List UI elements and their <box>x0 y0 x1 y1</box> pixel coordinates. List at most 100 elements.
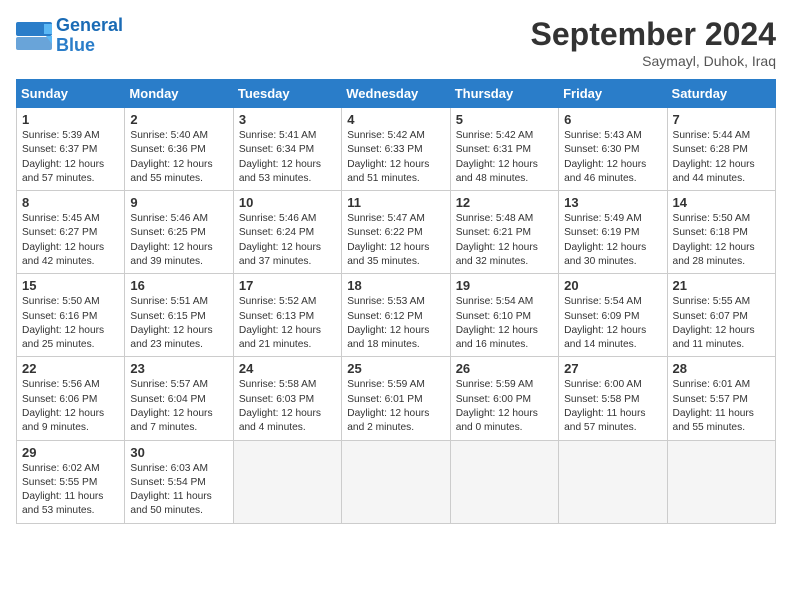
calendar-row-week-2: 8Sunrise: 5:45 AM Sunset: 6:27 PM Daylig… <box>17 191 776 274</box>
day-number: 22 <box>22 361 119 376</box>
day-info: Sunrise: 6:02 AM Sunset: 5:55 PM Dayligh… <box>22 462 119 519</box>
day-number: 1 <box>22 112 119 127</box>
calendar-cell: 3Sunrise: 5:41 AM Sunset: 6:34 PM Daylig… <box>233 108 341 191</box>
calendar-cell: 8Sunrise: 5:45 AM Sunset: 6:27 PM Daylig… <box>17 191 125 274</box>
calendar-cell: 2 Sunrise: 5:40 AM Sunset: 6:36 PM Daylig… <box>125 108 233 191</box>
day-number: 21 <box>673 278 770 293</box>
calendar-header-monday: Monday <box>125 80 233 108</box>
calendar-row-week-4: 22 Sunrise: 5:56 AM Sunset: 6:06 PM Dayli… <box>17 357 776 440</box>
calendar-cell: 28 Sunrise: 6:01 AM Sunset: 5:57 PM Dayli… <box>667 357 775 440</box>
calendar-row-week-1: 1 Sunrise: 5:39 AM Sunset: 6:37 PM Daylig… <box>17 108 776 191</box>
calendar-cell: 1 Sunrise: 5:39 AM Sunset: 6:37 PM Daylig… <box>17 108 125 191</box>
day-number: 26 <box>456 361 553 376</box>
calendar-cell: 4 Sunrise: 5:42 AM Sunset: 6:33 PM Daylig… <box>342 108 450 191</box>
title-block: September 2024 Saymayl, Duhok, Iraq <box>531 16 776 69</box>
day-number: 9 <box>130 195 227 210</box>
day-number: 20 <box>564 278 661 293</box>
calendar-cell: 21Sunrise: 5:55 AM Sunset: 6:07 PM Dayli… <box>667 274 775 357</box>
calendar-table: SundayMondayTuesdayWednesdayThursdayFrid… <box>16 79 776 524</box>
day-info: Sunrise: 5:52 AM Sunset: 6:13 PM Dayligh… <box>239 295 336 352</box>
day-number: 17 <box>239 278 336 293</box>
day-number: 23 <box>130 361 227 376</box>
day-info: Sunrise: 5:46 AM Sunset: 6:25 PM Dayligh… <box>130 212 227 269</box>
day-info: Sunrise: 5:57 AM Sunset: 6:04 PM Dayligh… <box>130 378 227 435</box>
day-number: 4 <box>347 112 444 127</box>
calendar-cell: 6Sunrise: 5:43 AM Sunset: 6:30 PM Daylig… <box>559 108 667 191</box>
day-info: Sunrise: 5:46 AM Sunset: 6:24 PM Dayligh… <box>239 212 336 269</box>
location: Saymayl, Duhok, Iraq <box>531 53 776 69</box>
day-info: Sunrise: 5:51 AM Sunset: 6:15 PM Dayligh… <box>130 295 227 352</box>
logo-text: General Blue <box>56 16 123 56</box>
day-number: 13 <box>564 195 661 210</box>
calendar-header-tuesday: Tuesday <box>233 80 341 108</box>
calendar-cell <box>450 440 558 523</box>
day-number: 27 <box>564 361 661 376</box>
calendar-cell: 23 Sunrise: 5:57 AM Sunset: 6:04 PM Dayli… <box>125 357 233 440</box>
day-info: Sunrise: 5:45 AM Sunset: 6:27 PM Dayligh… <box>22 212 119 269</box>
day-info: Sunrise: 5:42 AM Sunset: 6:33 PM Dayligh… <box>347 129 444 186</box>
logo-icon <box>16 22 52 50</box>
page-header: General Blue September 2024 Saymayl, Duh… <box>16 16 776 69</box>
month-year: September 2024 <box>531 16 776 53</box>
day-number: 10 <box>239 195 336 210</box>
calendar-row-week-5: 29 Sunrise: 6:02 AM Sunset: 5:55 PM Dayli… <box>17 440 776 523</box>
day-info: Sunrise: 5:47 AM Sunset: 6:22 PM Dayligh… <box>347 212 444 269</box>
day-info: Sunrise: 5:58 AM Sunset: 6:03 PM Dayligh… <box>239 378 336 435</box>
calendar-cell: 24 Sunrise: 5:58 AM Sunset: 6:03 PM Dayli… <box>233 357 341 440</box>
logo: General Blue <box>16 16 123 56</box>
day-number: 12 <box>456 195 553 210</box>
calendar-cell <box>342 440 450 523</box>
day-info: Sunrise: 5:54 AM Sunset: 6:10 PM Dayligh… <box>456 295 553 352</box>
day-number: 28 <box>673 361 770 376</box>
calendar-cell: 18 Sunrise: 5:53 AM Sunset: 6:12 PM Dayli… <box>342 274 450 357</box>
day-number: 6 <box>564 112 661 127</box>
day-number: 11 <box>347 195 444 210</box>
day-info: Sunrise: 6:03 AM Sunset: 5:54 PM Dayligh… <box>130 462 227 519</box>
calendar-cell: 20Sunrise: 5:54 AM Sunset: 6:09 PM Dayli… <box>559 274 667 357</box>
calendar-cell: 29 Sunrise: 6:02 AM Sunset: 5:55 PM Dayli… <box>17 440 125 523</box>
calendar-cell <box>559 440 667 523</box>
calendar-cell: 9 Sunrise: 5:46 AM Sunset: 6:25 PM Daylig… <box>125 191 233 274</box>
day-info: Sunrise: 5:59 AM Sunset: 6:01 PM Dayligh… <box>347 378 444 435</box>
calendar-cell <box>233 440 341 523</box>
calendar-cell <box>667 440 775 523</box>
day-number: 24 <box>239 361 336 376</box>
calendar-cell: 30 Sunrise: 6:03 AM Sunset: 5:54 PM Dayli… <box>125 440 233 523</box>
day-number: 2 <box>130 112 227 127</box>
logo-line1: General <box>56 15 123 35</box>
calendar-cell: 17 Sunrise: 5:52 AM Sunset: 6:13 PM Dayli… <box>233 274 341 357</box>
day-info: Sunrise: 5:44 AM Sunset: 6:28 PM Dayligh… <box>673 129 770 186</box>
calendar-header-friday: Friday <box>559 80 667 108</box>
calendar-cell: 15Sunrise: 5:50 AM Sunset: 6:16 PM Dayli… <box>17 274 125 357</box>
day-number: 19 <box>456 278 553 293</box>
day-info: Sunrise: 5:40 AM Sunset: 6:36 PM Dayligh… <box>130 129 227 186</box>
calendar-cell: 5Sunrise: 5:42 AM Sunset: 6:31 PM Daylig… <box>450 108 558 191</box>
day-info: Sunrise: 5:56 AM Sunset: 6:06 PM Dayligh… <box>22 378 119 435</box>
calendar-cell: 13Sunrise: 5:49 AM Sunset: 6:19 PM Dayli… <box>559 191 667 274</box>
day-number: 29 <box>22 445 119 460</box>
day-number: 25 <box>347 361 444 376</box>
calendar-cell: 7 Sunrise: 5:44 AM Sunset: 6:28 PM Daylig… <box>667 108 775 191</box>
day-number: 7 <box>673 112 770 127</box>
day-info: Sunrise: 5:59 AM Sunset: 6:00 PM Dayligh… <box>456 378 553 435</box>
calendar-header-row: SundayMondayTuesdayWednesdayThursdayFrid… <box>17 80 776 108</box>
day-info: Sunrise: 6:00 AM Sunset: 5:58 PM Dayligh… <box>564 378 661 435</box>
calendar-cell: 25 Sunrise: 5:59 AM Sunset: 6:01 PM Dayli… <box>342 357 450 440</box>
calendar-cell: 27 Sunrise: 6:00 AM Sunset: 5:58 PM Dayli… <box>559 357 667 440</box>
calendar-cell: 14Sunrise: 5:50 AM Sunset: 6:18 PM Dayli… <box>667 191 775 274</box>
calendar-cell: 11 Sunrise: 5:47 AM Sunset: 6:22 PM Dayli… <box>342 191 450 274</box>
day-info: Sunrise: 5:53 AM Sunset: 6:12 PM Dayligh… <box>347 295 444 352</box>
day-info: Sunrise: 5:39 AM Sunset: 6:37 PM Dayligh… <box>22 129 119 186</box>
calendar-cell: 19 Sunrise: 5:54 AM Sunset: 6:10 PM Dayli… <box>450 274 558 357</box>
calendar-header-saturday: Saturday <box>667 80 775 108</box>
day-info: Sunrise: 5:50 AM Sunset: 6:16 PM Dayligh… <box>22 295 119 352</box>
calendar-cell: 12Sunrise: 5:48 AM Sunset: 6:21 PM Dayli… <box>450 191 558 274</box>
day-number: 18 <box>347 278 444 293</box>
day-number: 3 <box>239 112 336 127</box>
day-number: 16 <box>130 278 227 293</box>
day-number: 5 <box>456 112 553 127</box>
day-number: 30 <box>130 445 227 460</box>
day-info: Sunrise: 6:01 AM Sunset: 5:57 PM Dayligh… <box>673 378 770 435</box>
calendar-cell: 16 Sunrise: 5:51 AM Sunset: 6:15 PM Dayli… <box>125 274 233 357</box>
calendar-cell: 26 Sunrise: 5:59 AM Sunset: 6:00 PM Dayli… <box>450 357 558 440</box>
